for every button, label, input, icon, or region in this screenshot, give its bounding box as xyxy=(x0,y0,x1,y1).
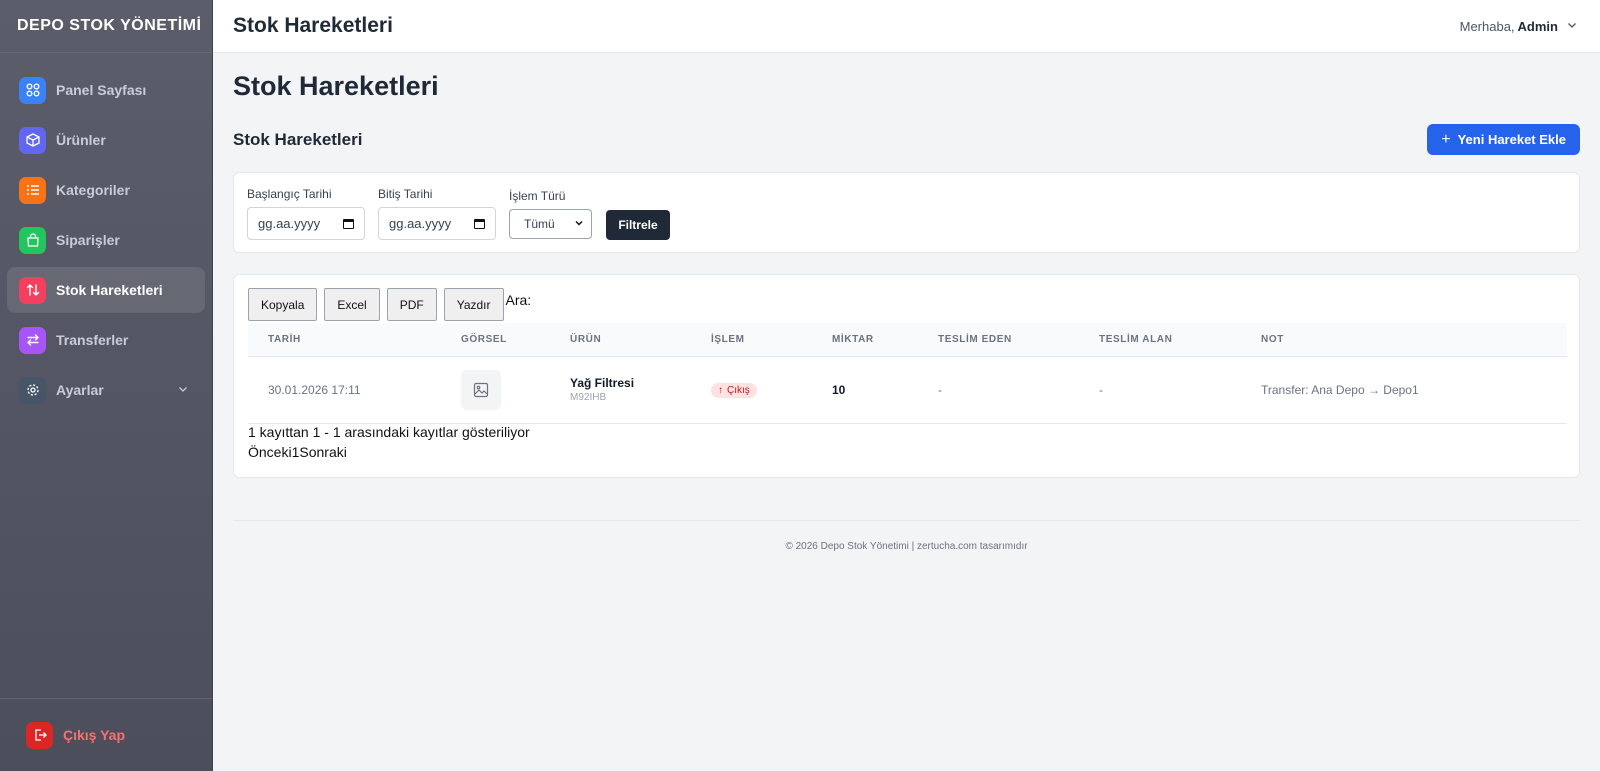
next-page-link[interactable]: Sonraki xyxy=(299,444,346,460)
sidebar-item-settings[interactable]: Ayarlar xyxy=(7,367,205,413)
cell-quantity: 10 xyxy=(832,382,846,397)
operation-type-group: İşlem Türü Tümü xyxy=(509,189,592,239)
calendar-icon xyxy=(343,218,354,229)
column-header[interactable]: TESLİM EDEN xyxy=(918,323,1079,356)
sidebar-item-orders[interactable]: Siparişler xyxy=(7,217,205,263)
sidebar-item-label: Ürünler xyxy=(56,132,106,148)
column-header[interactable]: İŞLEM xyxy=(691,323,812,356)
cell-image xyxy=(441,356,550,423)
logout-label: Çıkış Yap xyxy=(63,727,126,743)
cell-date: 30.01.2026 17:11 xyxy=(268,382,361,397)
user-name: Admin xyxy=(1517,19,1558,34)
operation-label: Çıkış xyxy=(727,384,750,396)
product-code: M92IHB xyxy=(570,392,607,403)
start-date-group: Başlangıç Tarihi gg.aa.yyyy xyxy=(247,187,365,240)
excel-button[interactable]: Excel xyxy=(324,288,380,321)
export-toolbar: Kopyala Excel PDF Yazdır Ara: xyxy=(248,288,531,321)
operation-badge: ↑ Çıkış xyxy=(711,382,757,398)
operation-type-label: İşlem Türü xyxy=(509,189,566,203)
logout-icon xyxy=(26,721,53,749)
section-title: Stok Hareketleri xyxy=(233,130,363,149)
add-movement-button[interactable]: + Yeni Hareket Ekle xyxy=(1427,124,1580,155)
filter-card: Başlangıç Tarihi gg.aa.yyyy Bitiş Tarihi… xyxy=(233,172,1580,253)
sidebar-item-label: Siparişler xyxy=(56,232,120,248)
column-header[interactable]: ÜRÜN xyxy=(550,323,691,356)
topbar: Stok Hareketleri Merhaba, Admin xyxy=(213,0,1600,53)
start-date-label: Başlangıç Tarihi xyxy=(247,187,332,201)
sidebar-item-label: Stok Hareketleri xyxy=(56,282,163,298)
sidebar-item-label: Transferler xyxy=(56,332,129,348)
operation-type-select[interactable]: Tümü xyxy=(509,209,592,239)
sidebar-item-panel[interactable]: Panel Sayfası xyxy=(7,67,205,113)
operation-type-value: Tümü xyxy=(524,217,555,231)
gear-icon xyxy=(19,376,46,404)
chevron-down-icon xyxy=(1566,19,1578,34)
prev-page-link[interactable]: Önceki xyxy=(248,444,292,460)
brand-title: DEPO STOK YÖNETİMİ xyxy=(0,0,212,53)
chevron-down-icon xyxy=(574,217,584,231)
topbar-title: Stok Hareketleri xyxy=(233,14,393,37)
greeting-text: Merhaba, xyxy=(1459,19,1515,34)
end-date-input[interactable]: gg.aa.yyyy xyxy=(378,207,496,240)
end-date-group: Bitiş Tarihi gg.aa.yyyy xyxy=(378,187,496,240)
cell-note: Transfer: Ana Depo → Depo1 xyxy=(1261,382,1419,397)
print-button[interactable]: Yazdır xyxy=(443,288,504,321)
filter-button[interactable]: Filtrele xyxy=(606,210,670,240)
column-header[interactable]: TARİH xyxy=(248,323,441,356)
product-name: Yağ Filtresi xyxy=(570,376,635,390)
box-icon xyxy=(19,126,46,154)
plus-icon: + xyxy=(1441,130,1451,148)
table-info: 1 kayıttan 1 - 1 arasındaki kayıtlar gös… xyxy=(248,424,530,440)
end-date-value: gg.aa.yyyy xyxy=(389,216,452,231)
column-header[interactable]: TESLİM ALAN xyxy=(1079,323,1241,356)
sidebar-item-label: Kategoriler xyxy=(56,182,130,198)
sidebar-item-stock-movements[interactable]: Stok Hareketleri xyxy=(7,267,205,313)
swap-horizontal-icon xyxy=(19,326,46,354)
sidebar-item-transfers[interactable]: Transferler xyxy=(7,317,205,363)
column-header[interactable]: GÖRSEL xyxy=(441,323,550,356)
end-date-label: Bitiş Tarihi xyxy=(378,187,433,201)
sidebar-item-label: Ayarlar xyxy=(56,382,104,398)
logout-button[interactable]: Çıkış Yap xyxy=(0,698,213,771)
pdf-button[interactable]: PDF xyxy=(386,288,437,321)
swap-vertical-icon xyxy=(19,276,46,304)
page-title: Stok Hareketleri xyxy=(233,71,439,101)
table-header-row: TARİH GÖRSEL ÜRÜN İŞLEM MİKTAR TESLİM ED… xyxy=(248,323,1567,356)
movements-table: TARİH GÖRSEL ÜRÜN İŞLEM MİKTAR TESLİM ED… xyxy=(248,323,1567,424)
table-card: Kopyala Excel PDF Yazdır Ara: TARİH GÖRS… xyxy=(233,274,1580,478)
column-header[interactable]: MİKTAR xyxy=(812,323,918,356)
start-date-input[interactable]: gg.aa.yyyy xyxy=(247,207,365,240)
arrow-up-icon: ↑ xyxy=(718,384,723,396)
copy-button[interactable]: Kopyala xyxy=(248,288,318,321)
sidebar-item-label: Panel Sayfası xyxy=(56,82,147,98)
cell-operation: ↑ Çıkış xyxy=(691,356,812,423)
footer-divider xyxy=(233,520,1580,521)
chevron-down-icon xyxy=(177,382,189,398)
pagination: Önceki1Sonraki xyxy=(248,444,347,460)
main-content: Stok Hareketleri Stok Hareketleri + Yeni… xyxy=(233,53,1580,478)
image-placeholder-icon xyxy=(461,369,501,410)
sidebar: DEPO STOK YÖNETİMİ Panel Sayfası Ürünler… xyxy=(0,0,213,771)
sidebar-item-categories[interactable]: Kategoriler xyxy=(7,167,205,213)
section-header: Stok Hareketleri + Yeni Hareket Ekle xyxy=(233,124,1580,156)
grid-icon xyxy=(19,76,46,104)
table-row: 30.01.2026 17:11 Yağ Filtresi M92IHB ↑ Ç… xyxy=(248,356,1567,423)
user-menu[interactable]: Merhaba, Admin xyxy=(1460,19,1578,34)
cell-delivered-by: - xyxy=(938,382,942,397)
column-header[interactable]: NOT xyxy=(1241,323,1567,356)
calendar-icon xyxy=(474,218,485,229)
sidebar-item-products[interactable]: Ürünler xyxy=(7,117,205,163)
search-label: Ara: xyxy=(505,291,532,308)
footer-text: © 2026 Depo Stok Yönetimi | zertucha.com… xyxy=(785,541,1028,552)
shopping-bag-icon xyxy=(19,226,46,254)
add-movement-label: Yeni Hareket Ekle xyxy=(1457,132,1566,147)
cell-product: Yağ Filtresi M92IHB xyxy=(550,356,691,423)
start-date-value: gg.aa.yyyy xyxy=(258,216,321,231)
list-icon xyxy=(19,176,46,204)
sidebar-nav: Panel Sayfası Ürünler Kategoriler Sipari… xyxy=(0,53,212,413)
cell-received-by: - xyxy=(1099,382,1103,397)
